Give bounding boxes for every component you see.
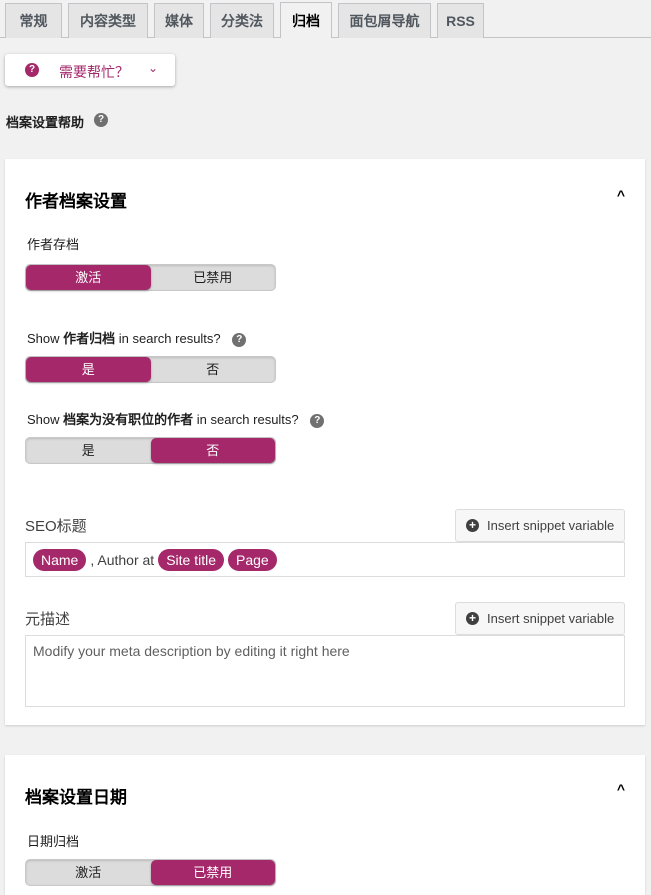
help-icon[interactable]: ? bbox=[310, 413, 325, 428]
tab-rss[interactable]: RSS bbox=[437, 3, 484, 38]
plus-circle-icon: + bbox=[466, 612, 479, 625]
seo-title-text: , Author at bbox=[90, 551, 155, 568]
tab-breadcrumbs[interactable]: 面包屑导航 bbox=[338, 3, 431, 38]
archive-settings-help: 档案设置帮助 ? bbox=[6, 112, 108, 131]
insert-snippet-variable-button[interactable]: + Insert snippet variable bbox=[455, 602, 625, 635]
show-author-archives-label: Show 作者归档 in search results? ? bbox=[27, 328, 247, 347]
snippet-variable-page[interactable]: Page bbox=[228, 548, 277, 571]
tab-media[interactable]: 媒体 bbox=[154, 3, 204, 38]
date-archives-toggle: 激活 已禁用 bbox=[25, 859, 276, 886]
show-no-posts-toggle: 是 否 bbox=[25, 437, 276, 464]
tab-general[interactable]: 常规 bbox=[5, 3, 62, 38]
plus-circle-icon: + bbox=[466, 519, 479, 532]
show-author-archives-yes[interactable]: 是 bbox=[26, 357, 151, 382]
chevron-down-icon: ⌄ bbox=[148, 61, 159, 75]
meta-description-editor[interactable]: Modify your meta description by editing … bbox=[25, 635, 625, 707]
card-title: 档案设置日期 bbox=[25, 788, 127, 807]
author-archives-card: 作者档案设置 ^ 作者存档 激活 已禁用 Show 作者归档 in search… bbox=[5, 159, 645, 725]
author-archives-label: 作者存档 bbox=[27, 237, 80, 252]
date-archives-enabled[interactable]: 激活 bbox=[26, 860, 151, 885]
question-icon: ? bbox=[25, 63, 39, 77]
card-title: 作者档案设置 bbox=[25, 192, 127, 211]
tab-content-types[interactable]: 内容类型 bbox=[68, 3, 148, 38]
date-archives-disabled[interactable]: 已禁用 bbox=[150, 860, 275, 885]
seo-title-label: SEO标题 bbox=[25, 518, 87, 535]
author-archives-enabled[interactable]: 激活 bbox=[26, 265, 151, 290]
show-author-archives-toggle: 是 否 bbox=[25, 356, 276, 383]
help-icon[interactable]: ? bbox=[232, 332, 247, 347]
date-archives-label: 日期归档 bbox=[27, 834, 80, 849]
tab-taxonomies[interactable]: 分类法 bbox=[210, 3, 274, 38]
show-no-posts-yes[interactable]: 是 bbox=[26, 438, 151, 463]
snippet-variable-name[interactable]: Name bbox=[33, 548, 87, 571]
chevron-up-icon[interactable]: ^ bbox=[617, 187, 625, 203]
seo-title-editor[interactable]: Name , Author at Site title Page bbox=[25, 542, 625, 577]
snippet-variable-site-title[interactable]: Site title bbox=[158, 548, 224, 571]
tab-archives[interactable]: 归档 bbox=[280, 2, 332, 38]
date-archives-card: 档案设置日期 ^ 日期归档 激活 已禁用 bbox=[5, 755, 645, 895]
show-no-posts-no[interactable]: 否 bbox=[150, 438, 275, 463]
archive-settings-help-label: 档案设置帮助 bbox=[6, 115, 85, 130]
author-archives-disabled[interactable]: 已禁用 bbox=[151, 265, 276, 290]
insert-snippet-variable-button[interactable]: + Insert snippet variable bbox=[455, 509, 625, 542]
show-author-archives-no[interactable]: 否 bbox=[151, 357, 276, 382]
show-no-posts-label: Show 档案为没有职位的作者 in search results? ? bbox=[27, 409, 325, 428]
meta-description-label: 元描述 bbox=[25, 611, 71, 628]
need-help-label: 需要帮忙？ bbox=[59, 64, 129, 80]
author-archives-toggle: 激活 已禁用 bbox=[25, 264, 276, 291]
help-icon[interactable]: ? bbox=[94, 113, 108, 127]
chevron-up-icon[interactable]: ^ bbox=[617, 781, 625, 797]
need-help-button[interactable]: ? 需要帮忙？ ⌄ bbox=[5, 54, 175, 86]
settings-tabs: 常规 内容类型 媒体 分类法 归档 面包屑导航 RSS bbox=[0, 0, 651, 38]
